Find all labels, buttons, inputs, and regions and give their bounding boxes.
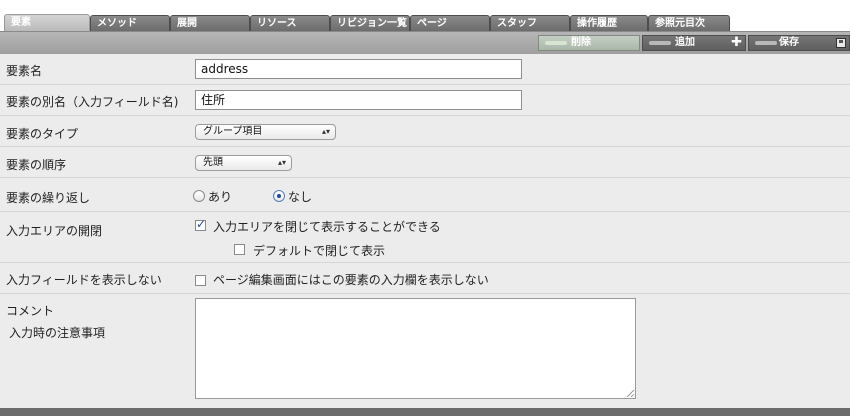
comment-sublabel: 入力時の注意事項 <box>9 326 106 340</box>
add-button[interactable]: 追加 ✚ <box>642 35 746 51</box>
toolbar: 削除 追加 ✚ 保存 <box>0 31 850 55</box>
row-element-repeat: 要素の繰り返し あり なし <box>0 178 850 212</box>
footer-bar <box>0 408 850 416</box>
row-element-alias: 要素の別名（入力フィールド名) 住所 <box>0 85 850 116</box>
row-input-area: 入力エリアの開閉 ✓ 入力エリアを閉じて表示することができる デフォルトで閉じて… <box>0 212 850 263</box>
input-area-label: 入力エリアの開閉 <box>6 224 103 238</box>
element-repeat-label: 要素の繰り返し <box>6 191 91 205</box>
element-type-value: グループ項目 <box>203 126 263 137</box>
delete-button-label: 削除 <box>571 37 591 48</box>
default-collapsed-checkbox[interactable] <box>234 244 245 255</box>
tab-reference-index[interactable]: 参照元目次 <box>648 15 730 31</box>
save-button[interactable]: 保存 <box>748 35 850 51</box>
tab-operation-history[interactable]: 操作履歴 <box>570 15 648 31</box>
row-element-type: 要素のタイプ グループ項目 ▴▾ <box>0 116 850 147</box>
button-bar-icon <box>649 41 671 45</box>
element-order-label: 要素の順序 <box>6 158 67 172</box>
tab-expand[interactable]: 展開 <box>170 15 250 31</box>
button-bar-icon <box>755 41 777 45</box>
resize-handle-icon[interactable] <box>627 390 634 397</box>
tab-method[interactable]: メソッド <box>90 15 170 31</box>
input-area-collapsible-text: 入力エリアを閉じて表示することができる <box>213 220 441 234</box>
element-form: 要素名 address 要素の別名（入力フィールド名) 住所 要素のタイプ グル… <box>0 54 850 416</box>
row-comment: コメント 入力時の注意事項 <box>0 294 850 408</box>
tab-element[interactable]: 要素 <box>4 14 90 32</box>
element-alias-label: 要素の別名（入力フィールド名) <box>6 95 179 109</box>
check-mark-icon: ✓ <box>196 217 207 231</box>
hide-field-label: 入力フィールドを表示しない <box>6 273 162 287</box>
save-button-label: 保存 <box>779 37 799 48</box>
element-alias-input[interactable]: 住所 <box>195 90 522 110</box>
element-name-label: 要素名 <box>6 64 43 78</box>
select-arrows-icon: ▴▾ <box>277 158 286 167</box>
tab-page[interactable]: ページ <box>410 15 490 31</box>
input-area-collapsible-checkbox[interactable]: ✓ <box>195 217 207 231</box>
row-hide-field: 入力フィールドを表示しない ページ編集画面にはこの要素の入力欄を表示しない <box>0 263 850 294</box>
repeat-yes-radio[interactable] <box>193 190 205 202</box>
element-name-input[interactable]: address <box>195 59 522 79</box>
tab-revision-list[interactable]: リビジョン一覧 <box>330 15 410 31</box>
repeat-yes-label: あり <box>208 190 233 204</box>
repeat-no-radio[interactable] <box>273 190 285 202</box>
tab-staff[interactable]: スタッフ <box>490 15 570 31</box>
default-collapsed-text: デフォルトで閉じて表示 <box>253 244 386 258</box>
comment-textarea[interactable] <box>195 298 636 399</box>
hide-field-checkbox[interactable] <box>195 275 206 286</box>
element-order-value: 先頭 <box>203 157 223 168</box>
tab-bar: 要素 メソッド 展開 リソース リビジョン一覧 ページ スタッフ 操作履歴 参照… <box>0 0 850 32</box>
row-element-name: 要素名 address <box>0 54 850 85</box>
floppy-disk-icon <box>836 38 846 48</box>
plus-icon: ✚ <box>731 35 742 50</box>
comment-label: コメント <box>6 304 55 318</box>
element-type-label: 要素のタイプ <box>6 127 79 141</box>
delete-button[interactable]: 削除 <box>538 35 640 51</box>
tab-resource[interactable]: リソース <box>250 15 330 31</box>
element-type-select[interactable]: グループ項目 ▴▾ <box>195 124 336 140</box>
button-bar-icon <box>545 41 567 45</box>
element-order-select[interactable]: 先頭 ▴▾ <box>195 155 292 171</box>
add-button-label: 追加 <box>675 37 695 48</box>
select-arrows-icon: ▴▾ <box>321 127 330 136</box>
repeat-no-label: なし <box>288 190 313 204</box>
hide-field-text: ページ編集画面にはこの要素の入力欄を表示しない <box>213 273 489 287</box>
row-element-order: 要素の順序 先頭 ▴▾ <box>0 147 850 178</box>
